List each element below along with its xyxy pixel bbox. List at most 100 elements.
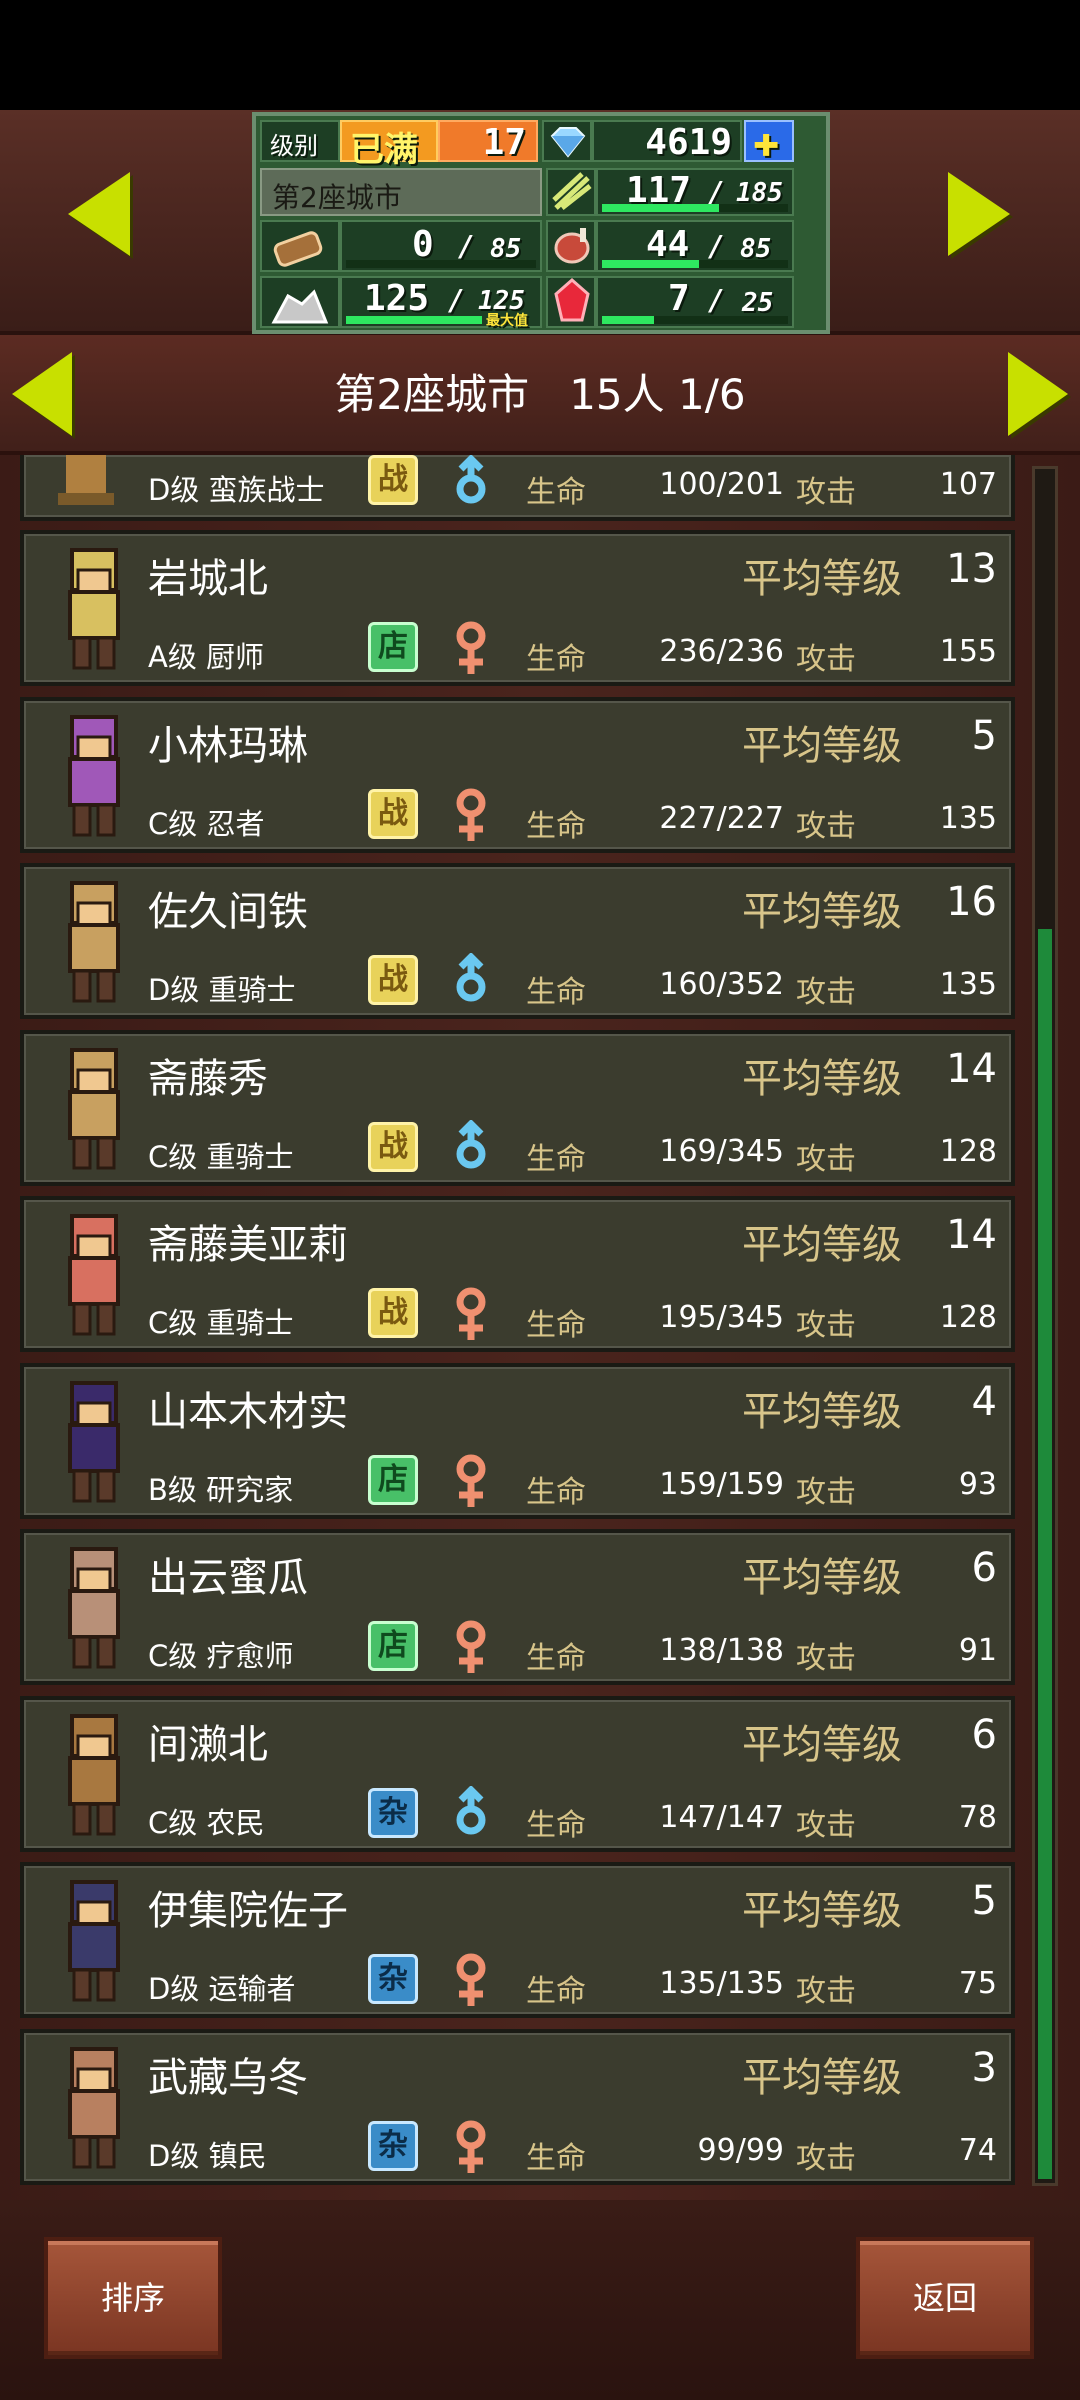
add-gems-button[interactable]: ✚ — [744, 116, 794, 167]
attack-label: 攻击 — [796, 475, 856, 510]
resident-name: 间濑北 — [148, 1721, 268, 1768]
prev-arrow-icon[interactable] — [68, 172, 130, 256]
resident-level: 4 — [971, 1378, 997, 1425]
resident-level: 5 — [971, 712, 997, 759]
resource-hud: 级别 已满 17 4619 ✚ 第2座城市 117 / 185 0 / 85 4… — [252, 112, 830, 334]
resident-rank-job: C级 重骑士 — [148, 1306, 294, 1340]
avg-level-label: 平均等级 — [742, 722, 902, 769]
sort-button[interactable]: 排序 — [44, 2237, 222, 2359]
stone-slash: / — [448, 284, 465, 317]
male-icon — [456, 1119, 486, 1168]
stone-cell: 125 / 125 最大值 — [340, 276, 542, 329]
resident-rank-job: C级 疗愈师 — [148, 1639, 294, 1673]
gem-count-cell: 4619 — [592, 120, 742, 163]
female-icon — [456, 2120, 486, 2173]
hp-label: 生命 — [526, 808, 586, 844]
resident-row[interactable]: 山本木材实 平均等级 4 B级 研究家 店 生命 159/159 攻击 93 — [20, 1362, 1015, 1519]
city-name-cell: 第2座城市 — [260, 168, 542, 216]
attack-label: 攻击 — [796, 1641, 856, 1676]
resident-rank-job: D级 重骑士 — [148, 973, 296, 1007]
hp-label: 生命 — [526, 1141, 586, 1177]
resident-row[interactable]: 间濑北 平均等级 6 C级 农民 杂 生命 147/147 攻击 78 — [20, 1695, 1015, 1852]
resident-row[interactable]: 小林玛琳 平均等级 5 C级 忍者 战 生命 227/227 攻击 135 — [20, 696, 1015, 853]
wood-slash: / — [458, 230, 475, 263]
next-page-arrow-icon[interactable] — [1008, 352, 1068, 436]
avg-level-label: 平均等级 — [742, 1388, 902, 1435]
stone-icon-cell — [260, 276, 340, 328]
resident-row[interactable]: 斋藤美亚莉 平均等级 14 C级 重骑士 战 生命 195/345 攻击 128 — [20, 1196, 1015, 1352]
female-icon — [456, 1953, 486, 2006]
type-badge: 战 — [368, 788, 418, 839]
resident-row-partial[interactable]: D级 蛮族战士 战 生命 100/201 攻击 107 — [20, 455, 1015, 521]
next-arrow-icon[interactable] — [948, 172, 1010, 256]
gem-icon-cell — [542, 120, 592, 162]
back-button[interactable]: 返回 — [856, 2237, 1034, 2359]
type-badge: 杂 — [368, 1787, 418, 1838]
type-badge: 战 — [368, 955, 418, 1005]
level-value: 17 — [482, 122, 526, 163]
hp-value: 99/99 — [697, 2132, 784, 2168]
attack-label: 攻击 — [796, 642, 856, 677]
meat-cell: 44 / 85 — [596, 220, 794, 272]
prev-page-arrow-icon[interactable] — [12, 352, 72, 436]
attack-label: 攻击 — [796, 1308, 856, 1343]
resident-rank-job: C级 忍者 — [148, 806, 265, 841]
stone-current: 125 — [364, 278, 430, 319]
resident-row[interactable]: 岩城北 平均等级 13 A级 厨师 店 生命 236/236 攻击 155 — [20, 530, 1015, 686]
resident-rank-job: B级 研究家 — [148, 1472, 294, 1507]
resident-sprite — [30, 1375, 162, 1515]
male-icon — [456, 1785, 486, 1834]
resident-row[interactable]: 伊集院佐子 平均等级 5 D级 运输者 杂 生命 135/135 攻击 75 — [20, 1862, 1015, 2018]
level-label-cell: 级别 — [260, 120, 340, 162]
female-icon — [456, 621, 486, 674]
ruby-icon-cell — [546, 276, 596, 328]
stone-max-tag: 最大值 — [486, 313, 528, 329]
status-bar — [0, 0, 1080, 110]
gem-count: 4619 — [645, 122, 732, 163]
city-title: 第2座城市 — [334, 370, 530, 419]
ruby-bar — [602, 316, 655, 324]
attack-label: 攻击 — [796, 1807, 856, 1843]
resident-row[interactable]: 斋藤秀 平均等级 14 C级 重骑士 战 生命 169/345 攻击 128 — [20, 1029, 1015, 1186]
hp-value: 100/201 — [659, 467, 784, 502]
type-badge: 战 — [368, 1288, 418, 1338]
female-icon — [456, 1620, 486, 1673]
avg-level-label: 平均等级 — [742, 889, 902, 935]
attack-value: 128 — [939, 1300, 997, 1335]
resident-level: 13 — [946, 546, 997, 592]
ruby-cell: 7 / 25 — [596, 276, 794, 328]
hp-label: 生命 — [526, 975, 586, 1010]
meat-icon-cell — [546, 220, 596, 272]
attack-label: 攻击 — [796, 1474, 856, 1510]
hp-value: 147/147 — [659, 1799, 784, 1835]
resident-rank-job: D级 运输者 — [148, 1972, 296, 2006]
scrollbar[interactable] — [1032, 466, 1058, 2186]
hp-label: 生命 — [526, 642, 586, 677]
attack-value: 78 — [958, 1799, 997, 1835]
hp-value: 138/138 — [659, 1633, 784, 1668]
avg-level-label: 平均等级 — [742, 1888, 902, 1934]
food-bar — [602, 204, 720, 212]
resident-row[interactable]: 出云蜜瓜 平均等级 6 C级 疗愈师 店 生命 138/138 攻击 91 — [20, 1529, 1015, 1685]
resident-row[interactable]: 佐久间铁 平均等级 16 D级 重骑士 战 生命 160/352 攻击 135 — [20, 863, 1015, 1019]
meat-icon — [554, 228, 590, 264]
attack-value: 128 — [939, 1133, 997, 1169]
level-value-cell: 17 — [438, 120, 538, 163]
scrollbar-thumb[interactable] — [1038, 929, 1052, 2179]
attack-label: 攻击 — [796, 808, 856, 844]
resident-name: 岩城北 — [148, 556, 268, 602]
type-badge: 杂 — [368, 2120, 418, 2171]
meat-slash: / — [708, 230, 725, 263]
hp-value: 169/345 — [659, 1133, 784, 1169]
attack-value: 93 — [958, 1466, 997, 1502]
female-icon — [456, 1287, 486, 1340]
page-indicator: 1/6 — [678, 370, 746, 419]
hp-label: 生命 — [526, 2140, 586, 2176]
resident-rank-job: A级 厨师 — [148, 640, 265, 674]
plus-icon: ✚ — [753, 116, 780, 167]
resident-sprite — [30, 1208, 162, 1348]
resident-sprite — [30, 1042, 162, 1182]
hp-value: 227/227 — [659, 800, 784, 836]
resident-row[interactable]: 武藏乌冬 平均等级 3 D级 镇民 杂 生命 99/99 攻击 74 — [20, 2028, 1015, 2185]
resident-name: 伊集院佐子 — [148, 1888, 348, 1934]
